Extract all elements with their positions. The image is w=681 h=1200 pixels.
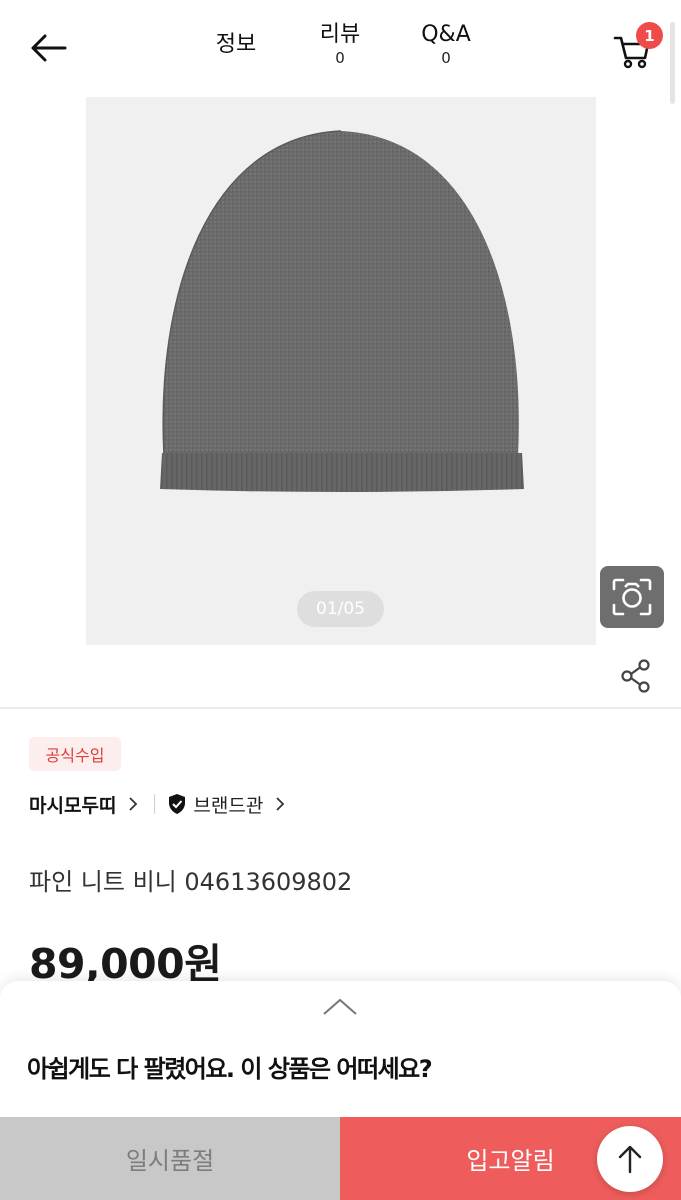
chevron-up-icon[interactable] [321,995,359,1019]
beanie-image [160,130,524,492]
tab-info[interactable]: 정보 [196,32,276,58]
scrollbar[interactable] [670,22,675,104]
lens-search-button[interactable] [600,566,664,628]
image-counter: 01/05 [297,591,384,627]
back-button[interactable] [26,26,70,70]
tab-info-label: 정보 [215,32,257,57]
top-navigation-bar: 정보 리뷰 0 Q&A 0 1 [0,0,681,95]
product-title: 파인 니트 비니 04613609802 [29,868,353,896]
tab-review[interactable]: 리뷰 0 [300,22,380,68]
brand-name-link[interactable]: 마시모두띠 [29,791,116,818]
arrow-up-icon [618,1145,642,1174]
tab-qa-count: 0 [441,49,451,67]
product-image[interactable]: 01/05 [86,97,596,645]
separator [154,794,156,814]
section-divider [0,707,681,709]
share-button[interactable] [616,656,656,696]
arrow-left-icon [31,34,67,62]
tab-review-count: 0 [335,49,345,67]
chevron-right-icon [273,797,287,811]
official-import-badge: 공식수입 [29,737,121,771]
tab-review-label: 리뷰 [319,22,361,47]
brand-row: 마시모두띠 브랜드관 [29,790,287,818]
shield-check-icon [167,793,187,815]
camera-search-icon [612,578,652,616]
cart-count-badge: 1 [636,22,663,49]
brand-hall-link[interactable]: 브랜드관 [193,791,263,818]
tab-qa[interactable]: Q&A 0 [404,22,488,68]
scroll-to-top-button[interactable] [597,1126,663,1192]
share-icon [621,659,650,693]
sold-out-message: 아쉽게도 다 팔렸어요. 이 상품은 어떠세요? [27,1055,433,1083]
sold-out-button[interactable]: 일시품절 [0,1117,340,1200]
tab-qa-label: Q&A [421,22,471,47]
chevron-right-icon [126,797,140,811]
recommendation-sheet[interactable]: 아쉽게도 다 팔렸어요. 이 상품은 어떠세요? [0,981,681,1121]
